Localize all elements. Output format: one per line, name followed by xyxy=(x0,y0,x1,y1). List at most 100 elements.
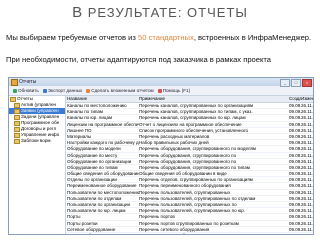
table-cell: 09.09. xyxy=(289,214,301,220)
folder-icon xyxy=(14,132,20,138)
table-cell: Перечень оборудования, сгруппированного … xyxy=(139,146,256,152)
grid-rows: Каналы по местоположению Перечень каналов… xyxy=(66,103,313,234)
minimize-button[interactable]: _ xyxy=(280,79,290,87)
table-cell: Оборудование по типам xyxy=(67,164,118,170)
table-cell: Лишнее ПО xyxy=(67,127,92,133)
table-cell: Оборудование по организации xyxy=(67,158,132,164)
intro-paragraph: Мы выбираем требуемые отчетов из 50 стан… xyxy=(6,33,314,43)
table-cell: Отделы по организации xyxy=(67,177,117,183)
folder-icon xyxy=(14,114,20,120)
col-created-header[interactable]: Созда xyxy=(289,96,301,102)
table-cell: 09.09. xyxy=(289,127,301,133)
col-note-header[interactable]: Примечание xyxy=(139,96,289,102)
export-icon xyxy=(42,88,47,93)
table-cell: Общие сведения об оборудовании в виде xyxy=(139,171,227,177)
folder-icon xyxy=(14,120,20,126)
table-cell: 09.09. xyxy=(289,171,301,177)
table-cell: 26.11. xyxy=(301,127,313,133)
grid-header: Название Примечание Созда Измен xyxy=(66,96,313,103)
folder-icon xyxy=(14,102,20,108)
tree-item-label: Заблоки ворм xyxy=(21,138,51,143)
table-cell: 09.09. xyxy=(289,115,301,121)
table-cell: Перечень пользователей, сгруппированных … xyxy=(139,195,256,201)
col-name-header[interactable]: Название xyxy=(66,96,139,102)
table-cell: 09.09. xyxy=(289,195,301,201)
highlight-count: 50 стандартных xyxy=(138,33,194,42)
col-modified-header[interactable]: Измен xyxy=(301,96,313,102)
table-cell: 09.09. xyxy=(289,177,301,183)
table-cell: Переименованное оборудование xyxy=(67,183,137,189)
table-cell: 26.11. xyxy=(301,121,313,127)
adapt-paragraph: При необходимости, отчеты адаптируются п… xyxy=(6,55,272,64)
table-cell: Перечень портов сгруппированных по розет… xyxy=(139,220,239,226)
table-cell: 26.11. xyxy=(301,183,313,189)
table-cell: 09.09. xyxy=(289,103,301,108)
table-cell: 26.11. xyxy=(301,171,313,177)
export-button[interactable]: Экспорт данных xyxy=(42,88,82,93)
reports-window: Отчеты _ □ × Обновить Экспорт данных Сде… xyxy=(8,77,314,235)
table-cell: 09.09. xyxy=(289,158,301,164)
table-cell: Каналы по юр. лицам xyxy=(67,115,113,121)
table-cell: Сетевое оборудование xyxy=(66,233,139,234)
table-cell: Каналы по местоположению xyxy=(67,103,127,108)
table-cell: 09.09. xyxy=(289,226,301,232)
title-first-letter: В xyxy=(72,4,84,21)
table-cell: Перечень пользователей, сгруппированных … xyxy=(139,202,237,207)
toolbar: Обновить Экспорт данных Сделать вложенны… xyxy=(9,86,313,96)
table-cell: 26.11. xyxy=(301,115,313,121)
table-cell: 26.11. xyxy=(301,140,313,146)
refresh-button[interactable]: Обновить xyxy=(13,88,39,93)
help-icon xyxy=(157,88,162,93)
window-icon xyxy=(11,79,18,86)
table-cell: Перечень оборудования, сгруппированного … xyxy=(139,164,250,170)
table-cell: Перечень сетевого оборудования, сгруппир… xyxy=(139,233,289,234)
intro-text-2: , встроенных в ИнфраМенеджер. xyxy=(193,33,312,42)
make-nested-button[interactable]: Сделать вложенным отчетом xyxy=(86,88,154,93)
table-cell: 26.11. xyxy=(301,208,313,214)
folder-icon xyxy=(14,126,20,132)
tree-item[interactable]: Заблоки ворм xyxy=(9,138,65,144)
table-cell: 09.09. xyxy=(289,233,301,234)
table-cell: Общие сведения об оборудовании xyxy=(67,171,139,177)
maximize-button[interactable]: □ xyxy=(291,79,301,87)
table-cell: Перечень переименованного оборудования xyxy=(139,183,231,189)
table-cell: 09.09. xyxy=(289,140,301,146)
refresh-icon xyxy=(13,88,17,93)
table-cell: 09.09. xyxy=(289,183,301,189)
table-cell: Перечень оборудования, сгруппированного … xyxy=(139,158,237,164)
table-cell: 09.09. xyxy=(289,152,301,158)
table-cell: Порты розетки xyxy=(67,220,98,226)
table-cell: 09.09. xyxy=(289,121,301,127)
table-cell: Пользователи по юр. лицам xyxy=(67,208,126,214)
table-cell: Порты xyxy=(67,214,81,220)
help-button[interactable]: Помощь (F1) xyxy=(157,88,191,93)
folder-icon xyxy=(14,138,20,144)
table-cell: 26.11. xyxy=(301,202,313,207)
table-cell: 09.09. xyxy=(289,189,301,195)
table-cell: 26.11. xyxy=(301,109,313,115)
table-cell: 26.11. xyxy=(301,189,313,195)
table-cell: Перечень каналов, сгруппированных по юр.… xyxy=(139,115,246,121)
table-cell: 09.09. xyxy=(289,146,301,152)
table-cell: Набор правильных рабочих дней xyxy=(139,140,209,146)
help-label: Помощь (F1) xyxy=(162,88,191,93)
table-cell: Настройки каждого по рабочему дню xyxy=(67,140,139,146)
table-cell: Перечень пользователей, сгруппированных … xyxy=(139,208,245,214)
table-cell: 26.11. xyxy=(301,158,313,164)
close-button[interactable]: × xyxy=(302,79,312,87)
folder-icon xyxy=(14,108,20,114)
window-title: Отчеты xyxy=(19,79,37,85)
table-cell: Оборудование по модели xyxy=(67,146,121,152)
table-cell: Перечень каналов, сгруппированных по орг… xyxy=(139,103,254,108)
table-cell: Перечень портов xyxy=(139,214,175,220)
make-nested-label: Сделать вложенным отчетом xyxy=(91,88,154,93)
title-rest: РЕЗУЛЬТАТЕ: ОТЧЕТЫ xyxy=(83,5,248,20)
table-cell: 09.09. xyxy=(289,164,301,170)
table-cell: 26.11. xyxy=(301,133,313,139)
reports-tree: Отчеты Актив (управлен Заявки (управлен Зад… xyxy=(9,96,66,234)
folder-icon xyxy=(10,96,16,102)
table-cell: Отчет о лицензиях на программное обеспеч… xyxy=(139,121,242,127)
table-row[interactable]: Сетевое оборудованиеПеречень сетевого об… xyxy=(66,233,313,234)
table-cell: 09.09. xyxy=(289,202,301,207)
window-titlebar: Отчеты _ □ × xyxy=(9,78,313,87)
